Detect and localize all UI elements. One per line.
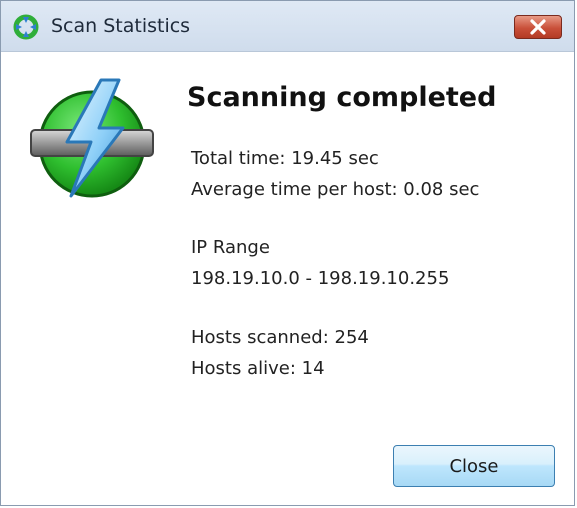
lightning-logo-icon xyxy=(30,78,154,198)
title-bar[interactable]: Scan Statistics xyxy=(1,1,574,52)
average-time: Average time per host: 0.08 sec xyxy=(191,179,480,200)
hosts-scanned: Hosts scanned: 254 xyxy=(191,327,369,348)
app-icon xyxy=(13,14,39,40)
total-time: Total time: 19.45 sec xyxy=(191,148,379,169)
dialog-content: Scanning completed Total time: 19.45 sec… xyxy=(1,52,574,505)
ip-range-label: IP Range xyxy=(191,237,270,258)
status-heading: Scanning completed xyxy=(187,82,497,113)
ip-range-value: 198.19.10.0 - 198.19.10.255 xyxy=(191,268,450,289)
close-icon xyxy=(530,19,546,35)
window-title: Scan Statistics xyxy=(51,15,191,37)
close-button[interactable]: Close xyxy=(393,445,555,487)
close-window-button[interactable] xyxy=(514,15,562,39)
hosts-alive: Hosts alive: 14 xyxy=(191,358,325,379)
scan-statistics-dialog: Scan Statistics Scanning completed Total… xyxy=(0,0,575,506)
